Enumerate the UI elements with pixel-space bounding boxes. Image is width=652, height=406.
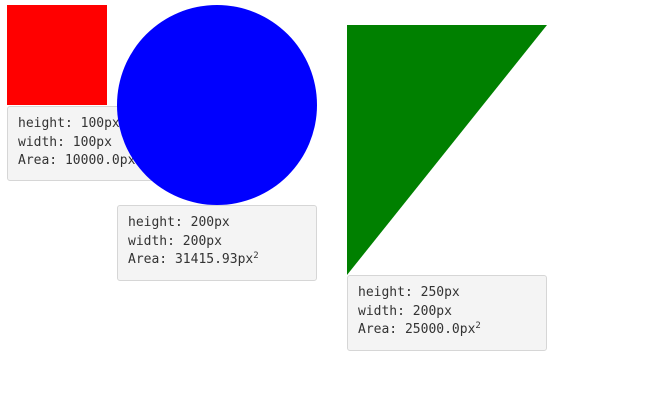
red-square-shape bbox=[7, 5, 107, 105]
green-triangle-shape bbox=[347, 25, 547, 275]
blue-circle-shape bbox=[117, 5, 317, 205]
circle-width-text: width: 200px bbox=[128, 233, 222, 249]
circle-area-line: Area: 31415.93px2 bbox=[128, 251, 306, 270]
triangle-width-text: width: 200px bbox=[358, 303, 452, 319]
circle-area-exponent: 2 bbox=[253, 251, 259, 261]
triangle-area-exponent: 2 bbox=[475, 321, 481, 331]
circle-info-panel: height: 200px width: 200px Area: 31415.9… bbox=[117, 205, 317, 281]
triangle-height-text: height: 250px bbox=[358, 285, 460, 300]
triangle-area-line: Area: 25000.0px2 bbox=[358, 321, 536, 340]
circle-area-text: Area: 31415.93px bbox=[128, 252, 254, 267]
circle-height-text: height: 200px bbox=[128, 215, 230, 230]
square-area-text: Area: 10000.0px bbox=[18, 153, 136, 168]
triangle-info-panel: height: 250px width: 200px Area: 25000.0… bbox=[347, 275, 547, 351]
triangle-area-text: Area: 25000.0px bbox=[358, 322, 476, 337]
